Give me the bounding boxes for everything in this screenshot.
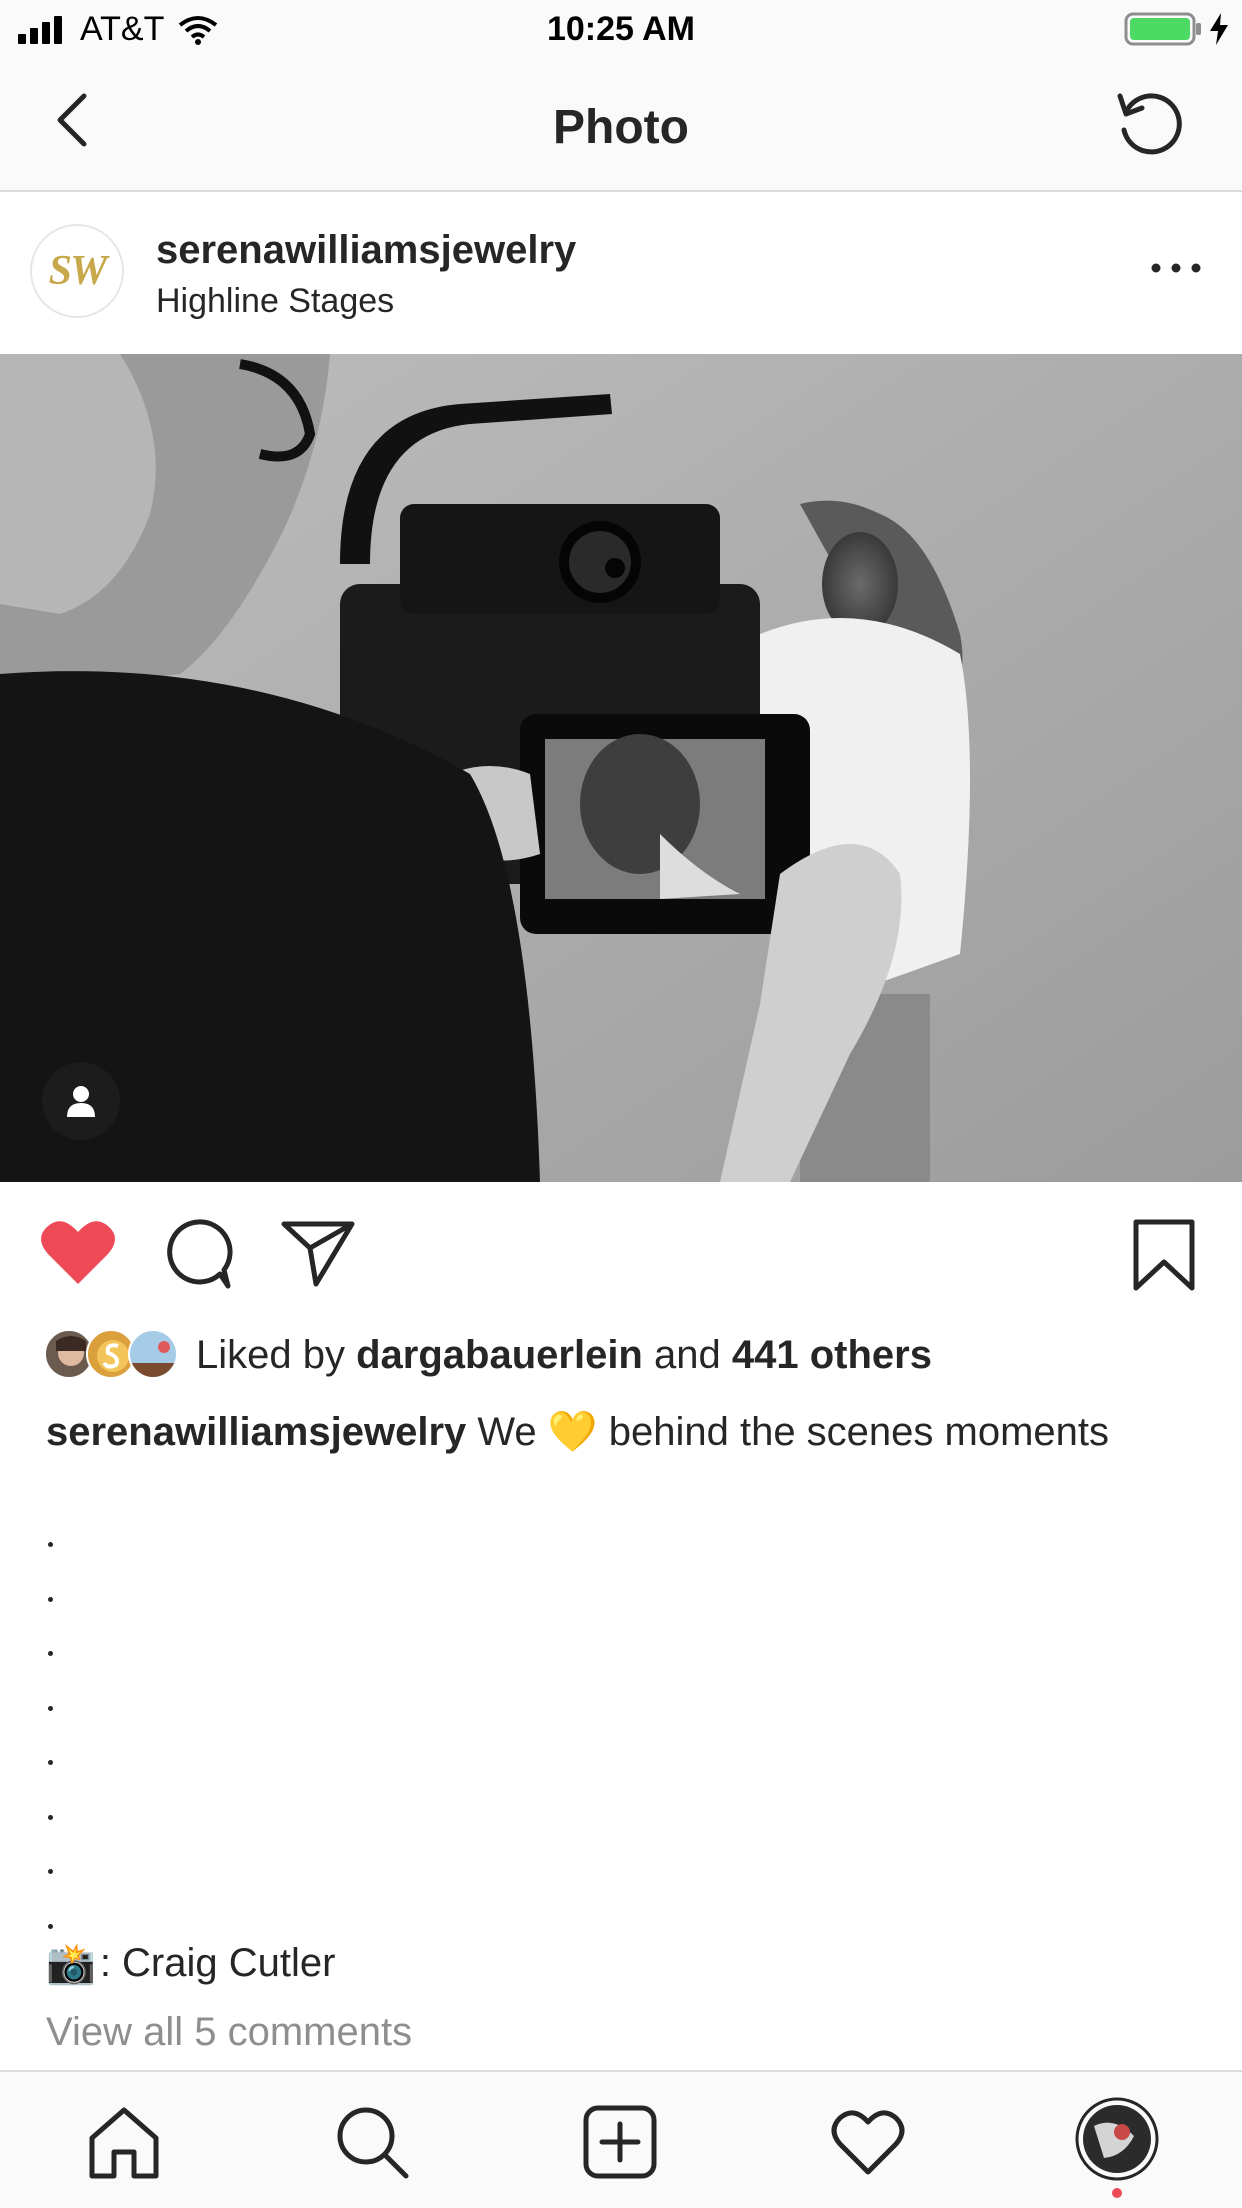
- caption-text-before: We: [477, 1410, 537, 1454]
- view-all-comments-link[interactable]: View all 5 comments: [46, 2010, 412, 2055]
- photo-credit: 📸 : Craig Cutler: [46, 1940, 335, 1987]
- post-photo[interactable]: [0, 354, 1242, 1182]
- new-post-icon[interactable]: [580, 2102, 660, 2182]
- profile-avatar[interactable]: [1074, 2096, 1160, 2182]
- status-bar: AT&T 10:25 AM: [0, 0, 1242, 60]
- yellow-heart-emoji: 💛: [547, 1410, 598, 1454]
- bottom-tab-bar: [0, 2070, 1242, 2208]
- post-actions: [0, 1182, 1242, 1322]
- comment-icon[interactable]: [162, 1218, 234, 1290]
- caption-dot: [46, 1567, 86, 1622]
- search-icon[interactable]: [332, 2102, 412, 2182]
- caption-username[interactable]: serenawilliamsjewelry: [46, 1410, 466, 1454]
- more-options-icon[interactable]: [1148, 258, 1204, 278]
- refresh-icon[interactable]: [1112, 86, 1186, 160]
- page-title: Photo: [553, 101, 689, 154]
- post-location[interactable]: Highline Stages: [156, 282, 394, 321]
- home-icon[interactable]: [84, 2102, 164, 2182]
- likes-and: and: [654, 1332, 721, 1377]
- person-icon: [67, 1086, 95, 1117]
- caption-dot-lines: [46, 1512, 86, 1948]
- caption-text-after: behind the scenes moments: [608, 1410, 1110, 1454]
- battery-icon: [1124, 12, 1201, 46]
- caption-dot: [46, 1621, 86, 1676]
- battery-indicator: [1124, 12, 1228, 46]
- liker-avatars: [44, 1329, 188, 1381]
- post-username[interactable]: serenawilliamsjewelry: [156, 228, 576, 273]
- likes-text: Liked by dargabauerlein and 441 others: [196, 1333, 932, 1378]
- liker-username[interactable]: dargabauerlein: [356, 1333, 643, 1377]
- status-time: 10:25 AM: [546, 10, 696, 48]
- post-header: SW serenawilliamsjewelry Highline Stages: [0, 192, 1242, 354]
- tagged-people-button[interactable]: [42, 1062, 120, 1140]
- heart-liked-icon[interactable]: [40, 1218, 116, 1286]
- post-caption: serenawilliamsjewelry We 💛 behind the sc…: [46, 1404, 1226, 1460]
- post-photo-image: [0, 354, 1242, 1182]
- likes-prefix: Liked by: [196, 1332, 345, 1377]
- camera-flash-emoji: 📸: [46, 1942, 96, 1986]
- caption-dot: [46, 1512, 86, 1567]
- share-send-icon[interactable]: [280, 1216, 356, 1288]
- likes-count[interactable]: 441 others: [732, 1333, 932, 1377]
- liker-avatar: [128, 1329, 178, 1379]
- photo-credit-text: : Craig Cutler: [99, 1941, 336, 1985]
- top-navigation-bar: Photo: [0, 60, 1242, 192]
- caption-dot: [46, 1730, 86, 1785]
- avatar-monogram: SW: [48, 248, 108, 294]
- bookmark-icon[interactable]: [1132, 1218, 1196, 1292]
- likes-summary[interactable]: Liked by dargabauerlein and 441 others: [44, 1329, 932, 1381]
- account-avatar[interactable]: SW: [30, 224, 124, 318]
- caption-dot: [46, 1785, 86, 1840]
- activity-heart-icon[interactable]: [828, 2102, 908, 2182]
- caption-dot: [46, 1839, 86, 1894]
- caption-dot: [46, 1676, 86, 1731]
- profile-notification-dot: [1112, 2188, 1122, 2198]
- charging-bolt-icon: [1210, 13, 1228, 45]
